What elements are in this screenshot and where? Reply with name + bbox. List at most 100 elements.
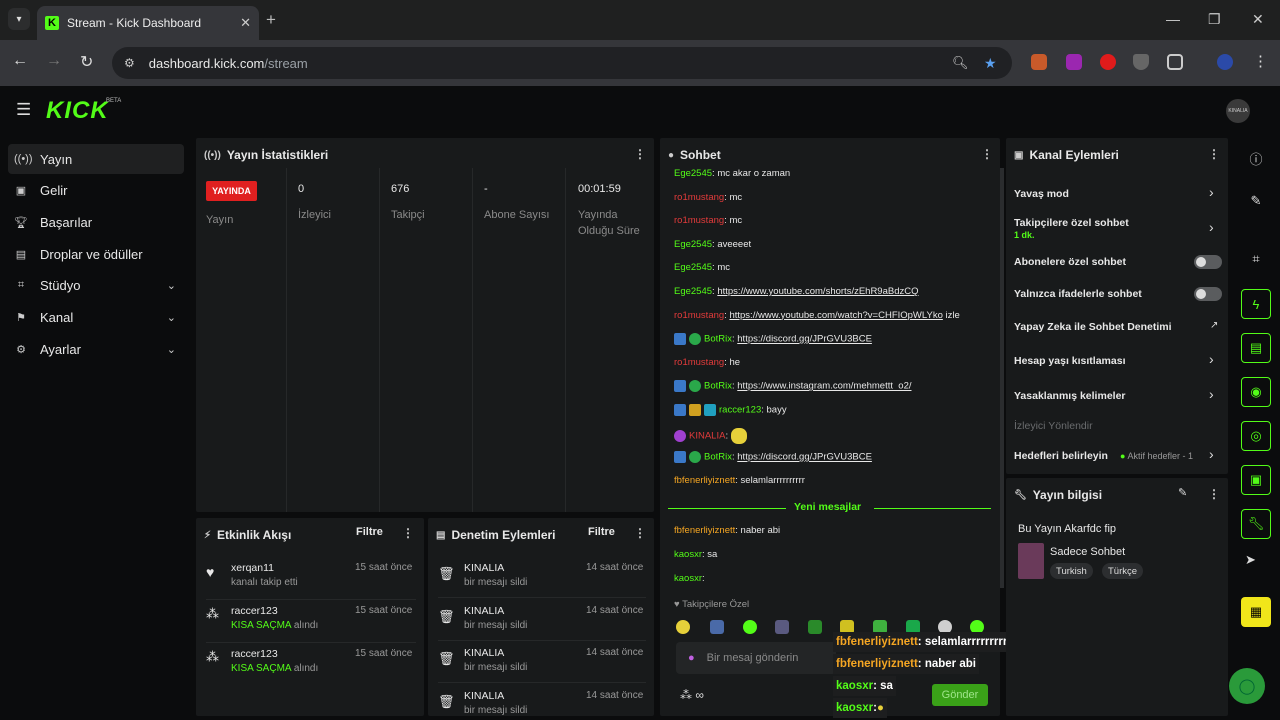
external-link-icon[interactable]: ↗ (1210, 320, 1218, 331)
profile-avatar-icon[interactable] (1217, 54, 1233, 70)
emote-icon[interactable] (743, 620, 757, 634)
browser-menu-icon[interactable]: ⋮ (1253, 52, 1268, 70)
send-button[interactable]: Gönder (932, 684, 988, 706)
emotes-chat-toggle[interactable] (1194, 287, 1222, 301)
followers-chat-item[interactable]: Takipçilere özel sohbet (1014, 217, 1129, 229)
new-tab-button[interactable]: + (266, 10, 276, 30)
address-bar[interactable]: ⚙ dashboard.kick.com/stream 🔍︎ ★ (112, 47, 1012, 79)
subs-chat-item: Abonelere özel sohbet (1014, 256, 1127, 268)
sidebar-item-studyo[interactable]: ⌗ Stüdyo ⌄ (8, 270, 184, 300)
chat-link[interactable]: https://www.instagram.com/mehmettt_o2/ (737, 381, 911, 392)
chat-settings-icon[interactable]: ⁂ ∞ (680, 688, 704, 702)
extension-shield-icon[interactable] (1133, 54, 1149, 70)
chat-username[interactable]: ro1mustang (674, 215, 724, 226)
back-icon[interactable]: ← (12, 52, 28, 70)
subs-chat-toggle[interactable] (1194, 255, 1222, 269)
chat-username[interactable]: ro1mustang (674, 357, 724, 368)
more-options-icon[interactable]: ⋮ (1208, 487, 1220, 501)
tag-turkish[interactable]: Turkish (1050, 563, 1093, 579)
chat-username[interactable]: BotRix (704, 381, 732, 392)
emote-icon[interactable] (710, 620, 724, 634)
chat-text: : bayy (761, 404, 787, 416)
set-goals-item[interactable]: Hedefleri belirleyin (1014, 450, 1108, 462)
more-options-icon[interactable]: ⋮ (634, 526, 646, 540)
chevron-right-icon[interactable]: › (1209, 219, 1214, 235)
tab-search-button[interactable]: ▾ (8, 8, 30, 30)
more-options-icon[interactable]: ⋮ (402, 526, 414, 540)
filter-button[interactable]: Filtre (356, 526, 383, 538)
sidebar-item-ayarlar[interactable]: ⚙ Ayarlar ⌄ (8, 334, 184, 364)
sidebar-item-basarilar[interactable]: 🏆︎ Başarılar (8, 207, 184, 237)
chevron-right-icon[interactable]: › (1209, 386, 1214, 402)
document-icon[interactable]: ▤ (1241, 333, 1271, 363)
site-info-icon[interactable]: ⚙ (124, 56, 135, 70)
user-avatar[interactable]: KINALIA (1226, 99, 1250, 123)
wrench-icon[interactable]: 🔧︎ (1241, 509, 1271, 539)
tag-turkce[interactable]: Türkçe (1102, 563, 1144, 579)
chat-username[interactable]: ro1mustang (674, 192, 724, 203)
hamburger-menu-icon[interactable]: ☰ (16, 100, 31, 120)
chat-message-input[interactable]: ● Bir mesaj gönderin (676, 642, 836, 674)
reload-icon[interactable]: ↻ (80, 52, 93, 72)
emote-icon[interactable] (676, 620, 690, 634)
extensions-puzzle-icon[interactable] (1167, 54, 1183, 70)
forward-icon[interactable]: → (46, 52, 62, 70)
pencil-icon[interactable]: ✎ (1241, 186, 1271, 216)
kick-logo[interactable]: KICK (46, 97, 109, 125)
emote-icon[interactable] (808, 620, 822, 634)
ai-moderation-item[interactable]: Yapay Zeka ile Sohbet Denetimi (1014, 321, 1172, 333)
chat-username[interactable]: Ege2545 (674, 286, 712, 297)
extension-cookie-icon[interactable] (1031, 54, 1047, 70)
overlay-chat-line: fbfenerliyiznett : naber abi (833, 654, 979, 674)
chat-bubble-icon[interactable]: ◉ (1241, 377, 1271, 407)
chevron-right-icon[interactable]: › (1209, 351, 1214, 367)
chat-scrollbar[interactable] (1000, 168, 1004, 588)
clapper-icon[interactable]: ▦ (1241, 597, 1271, 627)
sidebar-item-gelir[interactable]: ▣ Gelir (8, 175, 184, 205)
maximize-icon[interactable]: ❐ (1208, 11, 1221, 28)
filter-button[interactable]: Filtre (588, 526, 615, 538)
chevron-right-icon[interactable]: › (1209, 184, 1214, 200)
browser-tab[interactable]: K Stream - Kick Dashboard ✕ (37, 6, 259, 40)
focus-icon[interactable]: ⌗ (1241, 244, 1271, 274)
chat-username[interactable]: raccer123 (719, 405, 761, 416)
chevron-right-icon[interactable]: › (1209, 446, 1214, 462)
microphone-icon[interactable]: ● (688, 652, 695, 664)
support-icon[interactable]: ◯ (1229, 668, 1265, 704)
extension-purple-icon[interactable] (1066, 54, 1082, 70)
item-time: 14 saat önce (586, 647, 644, 658)
close-tab-icon[interactable]: ✕ (240, 15, 251, 31)
close-window-icon[interactable]: ✕ (1252, 11, 1264, 28)
chat-link[interactable]: https://www.youtube.com/shorts/zEhR9aBdz… (717, 286, 918, 297)
chat-username[interactable]: Ege2545 (674, 239, 712, 250)
printer-icon[interactable]: ▣ (1241, 465, 1271, 495)
chat-username[interactable]: BotRix (704, 452, 732, 463)
sidebar-item-droplar[interactable]: ▤ Droplar ve ödüller (8, 239, 184, 269)
account-age-item[interactable]: Hesap yaşı kısıtlaması (1014, 355, 1126, 367)
chat-username[interactable]: fbfenerliyiznett (674, 475, 735, 486)
sidebar-item-yayin[interactable]: ((•)) Yayın (8, 144, 184, 174)
slow-mode-item[interactable]: Yavaş mod (1014, 188, 1069, 200)
chat-username[interactable]: KINALIA (689, 430, 725, 441)
lightning-icon[interactable]: ϟ (1241, 289, 1271, 319)
banned-words-item[interactable]: Yasaklanmış kelimeler (1014, 390, 1126, 402)
emote-icon[interactable] (775, 620, 789, 634)
extension-red-icon[interactable] (1100, 54, 1116, 70)
chat-username[interactable]: Ege2545 (674, 168, 712, 179)
chat-username[interactable]: BotRix (704, 334, 732, 345)
more-options-icon[interactable]: ⋮ (1208, 147, 1220, 161)
zoom-icon[interactable]: 🔍︎ (952, 55, 969, 71)
chat-link[interactable]: https://discord.gg/JPrGVU3BCE (737, 334, 872, 345)
info-icon[interactable]: ⓘ (1241, 143, 1271, 173)
chat-link[interactable]: https://www.youtube.com/watch?v=CHFIOpWL… (729, 310, 942, 321)
chat-username[interactable]: Ege2545 (674, 262, 712, 273)
chat-username[interactable]: ro1mustang (674, 310, 724, 321)
sidebar-item-kanal[interactable]: ⚑ Kanal ⌄ (8, 302, 184, 332)
bookmark-star-icon[interactable]: ★ (984, 55, 997, 72)
broadcast-icon[interactable]: ◎ (1241, 421, 1271, 451)
more-options-icon[interactable]: ⋮ (981, 147, 993, 161)
minimize-icon[interactable]: — (1166, 11, 1180, 27)
edit-icon[interactable]: ✎ (1178, 486, 1187, 499)
chat-link[interactable]: https://discord.gg/JPrGVU3BCE (737, 452, 872, 463)
more-options-icon[interactable]: ⋮ (634, 147, 646, 161)
